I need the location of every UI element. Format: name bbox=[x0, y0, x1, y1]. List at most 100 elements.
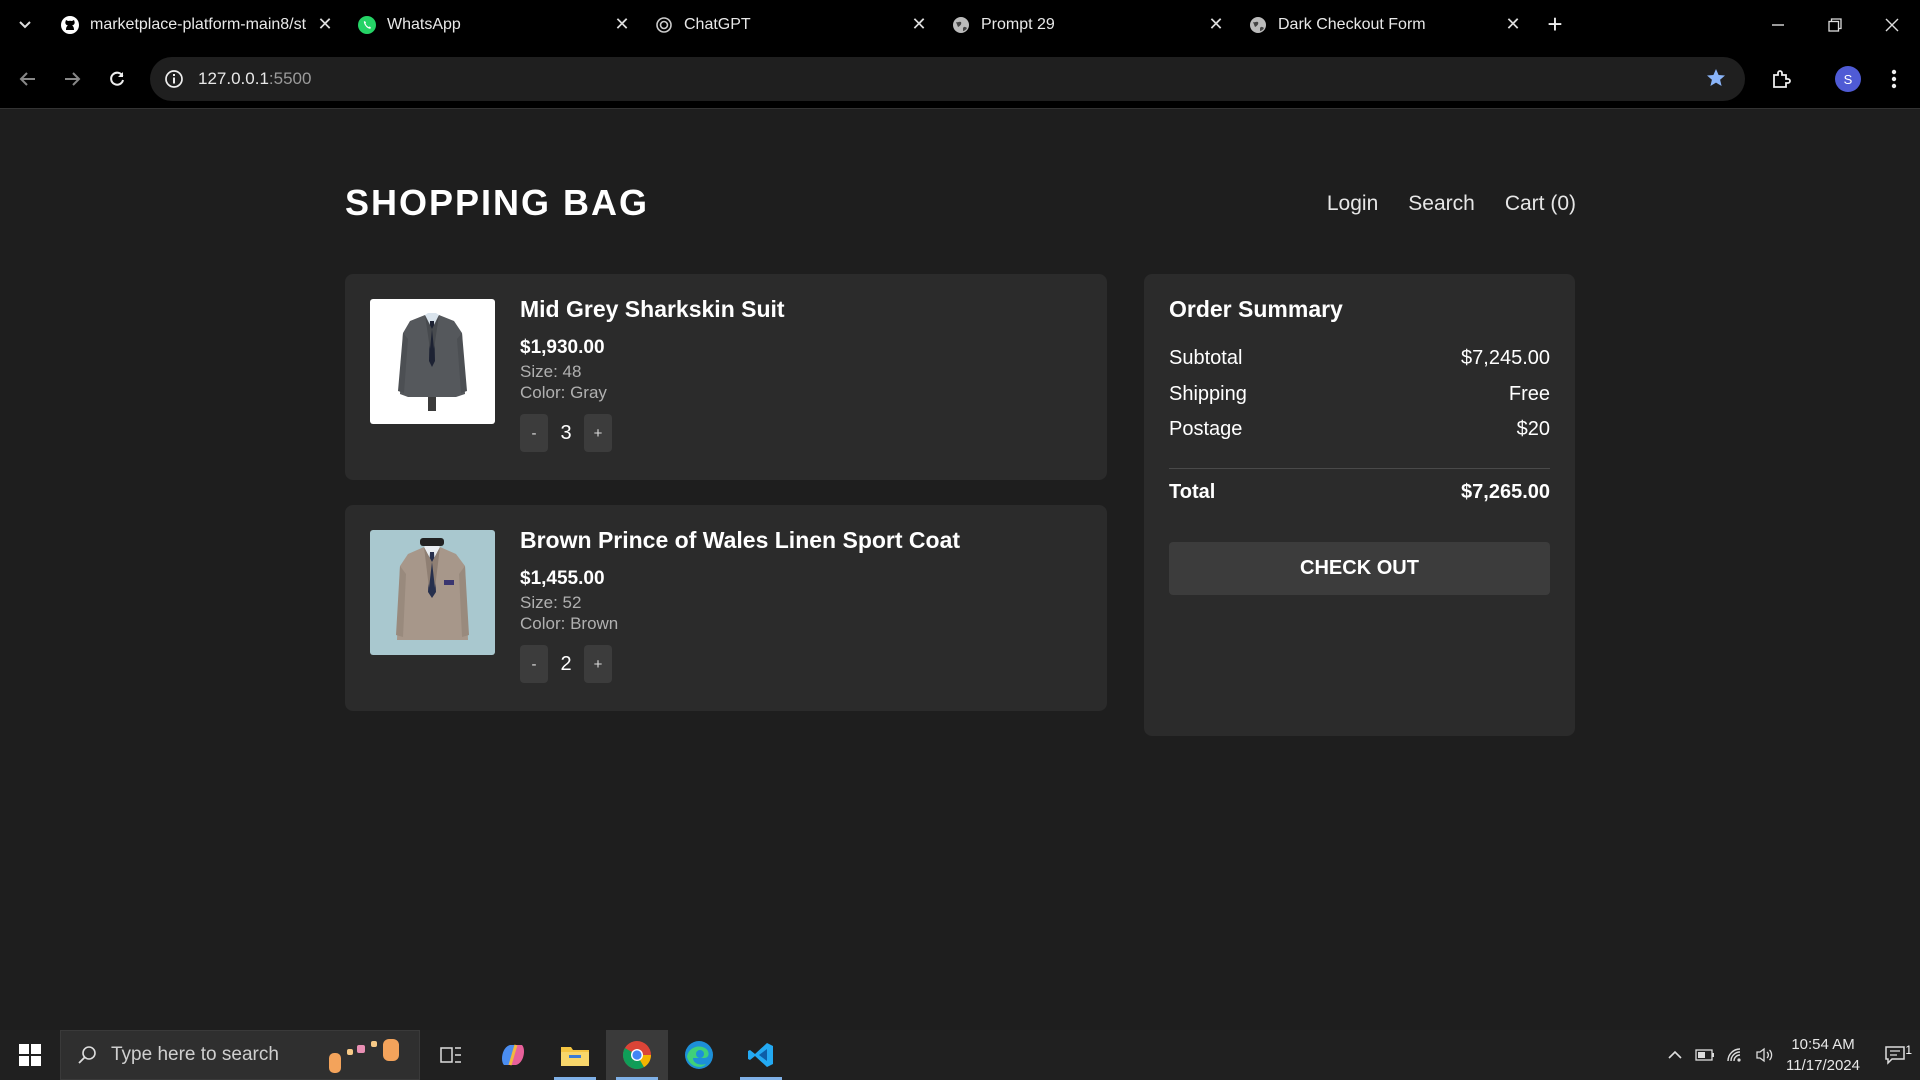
avatar: S bbox=[1835, 66, 1861, 92]
subtotal-value: $7,245.00 bbox=[1461, 347, 1550, 369]
task-view-icon bbox=[440, 1047, 461, 1063]
item-price: $1,930.00 bbox=[520, 337, 605, 358]
tab-title: Prompt 29 bbox=[981, 15, 1055, 33]
page-content: SHOPPING BAG Login Search Cart (0) Mid G… bbox=[0, 110, 1920, 1030]
decrease-quantity-button[interactable]: - bbox=[520, 645, 548, 683]
increase-quantity-button[interactable]: + bbox=[584, 645, 612, 683]
globe-icon bbox=[1248, 15, 1268, 35]
reload-button[interactable] bbox=[103, 65, 131, 93]
page-title: SHOPPING BAG bbox=[345, 182, 650, 223]
chevron-up-icon bbox=[1668, 1050, 1682, 1059]
checkout-button[interactable]: CHECK OUT bbox=[1169, 542, 1550, 595]
tab-github[interactable]: marketplace-platform-main8/st ✕ bbox=[50, 0, 347, 49]
speaker-icon bbox=[1756, 1047, 1773, 1063]
profile-button[interactable]: S bbox=[1832, 63, 1864, 95]
quantity-value: 3 bbox=[560, 421, 572, 444]
close-icon[interactable]: ✕ bbox=[909, 14, 929, 35]
item-name: Brown Prince of Wales Linen Sport Coat bbox=[520, 527, 961, 553]
battery-status[interactable] bbox=[1690, 1049, 1720, 1061]
back-button[interactable] bbox=[14, 65, 42, 93]
url-host: 127.0.0.1 bbox=[198, 69, 269, 88]
minimize-button[interactable] bbox=[1749, 0, 1806, 49]
cart-link[interactable]: Cart (0) bbox=[1505, 192, 1576, 216]
taskbar-copilot[interactable] bbox=[482, 1030, 544, 1080]
increase-quantity-button[interactable]: + bbox=[584, 414, 612, 452]
bookmark-star-icon[interactable] bbox=[1705, 67, 1727, 94]
browser-tab-bar: marketplace-platform-main8/st ✕ WhatsApp… bbox=[0, 0, 1920, 49]
copilot-icon bbox=[502, 1044, 524, 1066]
tab-dark-checkout-form[interactable]: Dark Checkout Form ✕ bbox=[1238, 0, 1535, 49]
top-navigation: Login Search Cart (0) bbox=[1327, 192, 1576, 216]
whatsapp-icon bbox=[357, 15, 377, 35]
notification-count: 1 bbox=[1905, 1043, 1912, 1057]
taskbar-vscode[interactable] bbox=[730, 1030, 792, 1080]
close-icon[interactable]: ✕ bbox=[612, 14, 632, 35]
taskbar-search-box[interactable]: Type here to search bbox=[60, 1030, 420, 1080]
reload-icon bbox=[110, 71, 124, 86]
search-highlight-icon bbox=[329, 1039, 399, 1073]
subtotal-row: Subtotal $7,245.00 bbox=[1169, 347, 1550, 370]
restore-button[interactable] bbox=[1806, 0, 1863, 49]
window-controls bbox=[1749, 0, 1920, 49]
postage-label: Postage bbox=[1169, 418, 1243, 440]
postage-value: $20 bbox=[1516, 418, 1550, 440]
taskbar-edge[interactable] bbox=[668, 1030, 730, 1080]
item-size: Size: 52 bbox=[520, 593, 582, 612]
tab-title: marketplace-platform-main8/st bbox=[90, 15, 307, 33]
quantity-value: 2 bbox=[560, 652, 572, 675]
decrease-quantity-button[interactable]: - bbox=[520, 414, 548, 452]
taskbar-file-explorer[interactable] bbox=[544, 1030, 606, 1080]
arrow-right-icon bbox=[65, 72, 81, 86]
show-hidden-icons-button[interactable] bbox=[1660, 1050, 1690, 1060]
clock-date: 11/17/2024 bbox=[1786, 1057, 1860, 1074]
restore-icon bbox=[1827, 17, 1842, 32]
battery-icon bbox=[1695, 1049, 1715, 1061]
tab-title: ChatGPT bbox=[684, 15, 751, 33]
notification-center-button[interactable]: 1 bbox=[1870, 1043, 1920, 1065]
tab-search-button[interactable] bbox=[0, 0, 50, 49]
quantity-stepper: - 2 + bbox=[520, 645, 612, 683]
url-port: :5500 bbox=[268, 69, 312, 88]
system-clock[interactable]: 10:54 AM 11/17/2024 bbox=[1786, 1034, 1860, 1076]
tab-prompt-29[interactable]: Prompt 29 ✕ bbox=[941, 0, 1238, 49]
postage-row: Postage $20 bbox=[1169, 418, 1550, 441]
chevron-down-icon bbox=[19, 20, 31, 28]
extensions-button[interactable] bbox=[1765, 63, 1797, 95]
windows-taskbar: Type here to search 10:54 AM 11/17/2024 … bbox=[0, 1030, 1920, 1080]
forward-button[interactable] bbox=[58, 65, 86, 93]
address-bar[interactable]: 127.0.0.1:5500 bbox=[150, 57, 1745, 101]
summary-divider bbox=[1169, 468, 1550, 469]
tab-chatgpt[interactable]: ChatGPT ✕ bbox=[644, 0, 941, 49]
folder-icon bbox=[561, 1047, 589, 1066]
volume-control[interactable] bbox=[1750, 1047, 1780, 1063]
close-window-button[interactable] bbox=[1863, 0, 1920, 49]
cart-item: Mid Grey Sharkskin Suit $1,930.00 Size: … bbox=[345, 274, 1107, 480]
wifi-icon bbox=[1727, 1048, 1741, 1062]
close-icon[interactable]: ✕ bbox=[315, 14, 335, 35]
cart-item: Brown Prince of Wales Linen Sport Coat $… bbox=[345, 505, 1107, 711]
quantity-stepper: - 3 + bbox=[520, 414, 612, 452]
taskbar-chrome[interactable] bbox=[606, 1030, 668, 1080]
clock-time: 10:54 AM bbox=[1791, 1036, 1855, 1053]
search-link[interactable]: Search bbox=[1408, 192, 1475, 216]
edge-icon bbox=[685, 1041, 713, 1069]
shipping-row: Shipping Free bbox=[1169, 383, 1550, 406]
start-button[interactable] bbox=[0, 1030, 60, 1080]
total-value: $7,265.00 bbox=[1461, 481, 1550, 503]
puzzle-icon bbox=[1773, 70, 1791, 88]
close-icon[interactable]: ✕ bbox=[1206, 14, 1226, 35]
login-link[interactable]: Login bbox=[1327, 192, 1378, 216]
network-status[interactable] bbox=[1720, 1047, 1750, 1063]
summary-title: Order Summary bbox=[1169, 296, 1343, 322]
tab-whatsapp[interactable]: WhatsApp ✕ bbox=[347, 0, 644, 49]
arrow-left-icon bbox=[19, 72, 35, 86]
browser-menu-button[interactable] bbox=[1878, 63, 1910, 95]
task-view-button[interactable] bbox=[420, 1030, 482, 1080]
chrome-icon bbox=[623, 1041, 651, 1069]
vscode-icon bbox=[748, 1043, 773, 1067]
item-name: Mid Grey Sharkskin Suit bbox=[520, 296, 785, 322]
close-icon[interactable]: ✕ bbox=[1503, 14, 1523, 35]
tab-title: Dark Checkout Form bbox=[1278, 15, 1426, 33]
new-tab-button[interactable]: + bbox=[1535, 0, 1575, 49]
site-info-icon[interactable] bbox=[164, 69, 184, 89]
